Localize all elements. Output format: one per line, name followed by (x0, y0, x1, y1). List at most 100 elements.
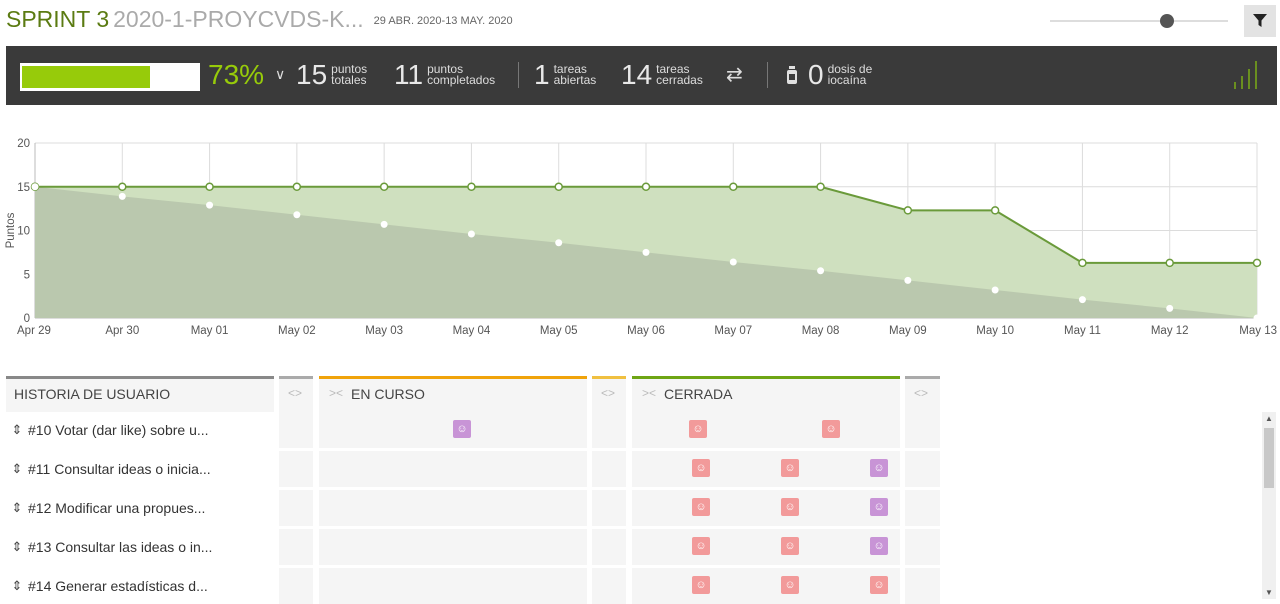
task-card-blocked-icon[interactable]: ☺ (453, 420, 471, 438)
task-card-icon[interactable]: ☺ (692, 498, 710, 516)
burndown-chart: 0 5 10 15 20 Apr 29 Apr 30 May 01 May 02 May 03 Ma… (5, 138, 1277, 337)
table-row: ⇕ #11 Consultar ideas o inicia... ☺ ☺ ☺ (6, 451, 940, 487)
swap-arrows-icon[interactable]: ⇄ (726, 62, 743, 87)
board-cell (279, 490, 313, 526)
sort-handle-icon[interactable]: ⇕ (6, 461, 28, 477)
task-card-icon[interactable]: ☺ (781, 459, 799, 477)
user-story-title[interactable]: #10 Votar (dar like) sobre u... (28, 422, 209, 438)
total-points-value: 15 (296, 59, 328, 90)
x-tick-label: May 05 (540, 325, 578, 337)
column-collapse-toggle[interactable]: <> (905, 376, 940, 412)
completed-points-value: 11 (394, 59, 424, 90)
x-tick-label: Apr 29 (17, 325, 51, 337)
column-header-label: CERRADA (664, 386, 733, 402)
y-tick-label: 5 (24, 269, 30, 281)
board-cell (905, 490, 940, 526)
user-story-title[interactable]: #11 Consultar ideas o inicia... (28, 461, 211, 477)
x-tick-label: May 04 (453, 325, 491, 337)
task-card-icon[interactable]: ☺ (692, 576, 710, 594)
column-collapse-toggle[interactable]: <> (279, 376, 313, 412)
board-cell-en-curso (319, 490, 587, 526)
board-cell (279, 451, 313, 487)
x-tick-label: May 08 (802, 325, 840, 337)
sort-handle-icon[interactable]: ⇕ (6, 500, 28, 516)
actual-data-point (118, 182, 127, 191)
board-cell (905, 529, 940, 565)
table-row: ⇕ #13 Consultar las ideas o in... ☺ ☺ ☺ (6, 529, 940, 565)
task-card-blocked-icon[interactable]: ☺ (870, 459, 888, 477)
taskboard: HISTORIA DE USUARIO <> >< EN CURSO <> ><… (6, 376, 940, 604)
ideal-data-point (293, 211, 301, 219)
actual-data-point (1078, 258, 1087, 268)
user-story-cell[interactable]: ⇕ #10 Votar (dar like) sobre u... (6, 412, 274, 448)
chevron-down-icon[interactable]: ∨ (275, 66, 285, 83)
user-story-title[interactable]: #12 Modificar una propues... (28, 500, 205, 516)
ideal-data-point (991, 286, 999, 294)
actual-data-point (205, 182, 214, 191)
column-header-label: EN CURSO (351, 386, 425, 402)
task-card-icon[interactable]: ☺ (781, 498, 799, 516)
user-story-cell[interactable]: ⇕ #12 Modificar una propues... (6, 490, 274, 526)
user-story-cell[interactable]: ⇕ #13 Consultar las ideas o in... (6, 529, 274, 565)
x-tick-label: May 10 (976, 325, 1014, 337)
open-tasks-stat: 1 tareas abiertas (534, 58, 596, 92)
board-cell (905, 451, 940, 487)
user-story-cell[interactable]: ⇕ #11 Consultar ideas o inicia... (6, 451, 274, 487)
iocaine-stat: 0 dosis de iocaína (808, 58, 872, 92)
sprint-progress-bar (20, 63, 200, 91)
task-card-blocked-icon[interactable]: ☺ (870, 498, 888, 516)
column-collapse-toggle[interactable]: <> (592, 376, 626, 412)
board-cell (592, 490, 626, 526)
task-card-icon[interactable]: ☺ (822, 420, 840, 438)
task-card-icon[interactable]: ☺ (870, 576, 888, 594)
column-fold-icon[interactable]: >< (329, 386, 343, 400)
ideal-data-point (555, 239, 563, 247)
board-scrollbar[interactable]: ▲ ▼ (1262, 412, 1276, 599)
column-header-user-story: HISTORIA DE USUARIO (6, 376, 274, 412)
y-tick-label: 0 (24, 313, 30, 325)
column-header-en-curso: >< EN CURSO (319, 376, 587, 412)
table-row: ⇕ #10 Votar (dar like) sobre u... ☺ ☺ ☺ (6, 412, 940, 448)
ideal-data-point (1078, 296, 1086, 304)
board-cell-en-curso (319, 451, 587, 487)
x-tick-label: May 12 (1151, 325, 1189, 337)
filter-button[interactable] (1244, 5, 1276, 37)
board-cell (592, 451, 626, 487)
zoom-slider-track[interactable] (1050, 20, 1228, 22)
ideal-data-point (1253, 314, 1261, 322)
actual-data-point (1165, 258, 1174, 268)
user-story-title[interactable]: #14 Generar estadísticas d... (28, 578, 208, 594)
sort-handle-icon[interactable]: ⇕ (6, 578, 28, 594)
board-cell-cerrada: ☺ ☺ (632, 412, 900, 448)
board-cell (279, 529, 313, 565)
zoom-slider-handle[interactable] (1160, 14, 1174, 28)
ideal-data-point (904, 276, 912, 284)
ideal-data-point (206, 201, 214, 209)
task-card-icon[interactable]: ☺ (781, 576, 799, 594)
x-tick-label: May 01 (191, 325, 229, 337)
task-card-blocked-icon[interactable]: ☺ (870, 537, 888, 555)
sprint-progress-fill (22, 66, 151, 88)
task-card-icon[interactable]: ☺ (692, 537, 710, 555)
board-cell (905, 412, 940, 448)
sprint-name[interactable]: 2020-1-PROYCVDS-K... (113, 6, 364, 32)
user-story-title[interactable]: #13 Consultar las ideas o in... (28, 539, 212, 555)
ideal-data-point (1166, 304, 1174, 312)
column-fold-icon[interactable]: >< (642, 386, 656, 400)
board-cell-en-curso: ☺ (319, 412, 587, 448)
sort-handle-icon[interactable]: ⇕ (6, 422, 28, 438)
progress-percent: 73% (208, 59, 265, 90)
y-axis-label: Puntos (5, 212, 17, 248)
task-card-icon[interactable]: ☺ (689, 420, 707, 438)
sort-handle-icon[interactable]: ⇕ (6, 539, 28, 555)
ideal-data-point (467, 230, 475, 238)
sprint-label: SPRINT 3 (6, 6, 110, 32)
x-tick-label: Apr 30 (105, 325, 139, 337)
x-tick-label: May 11 (1064, 325, 1101, 337)
task-card-icon[interactable]: ☺ (692, 459, 710, 477)
divider (518, 62, 519, 88)
signal-bars-icon (1234, 59, 1262, 89)
task-card-icon[interactable]: ☺ (781, 537, 799, 555)
closed-tasks-value: 14 (621, 59, 653, 90)
board-cell (592, 529, 626, 565)
